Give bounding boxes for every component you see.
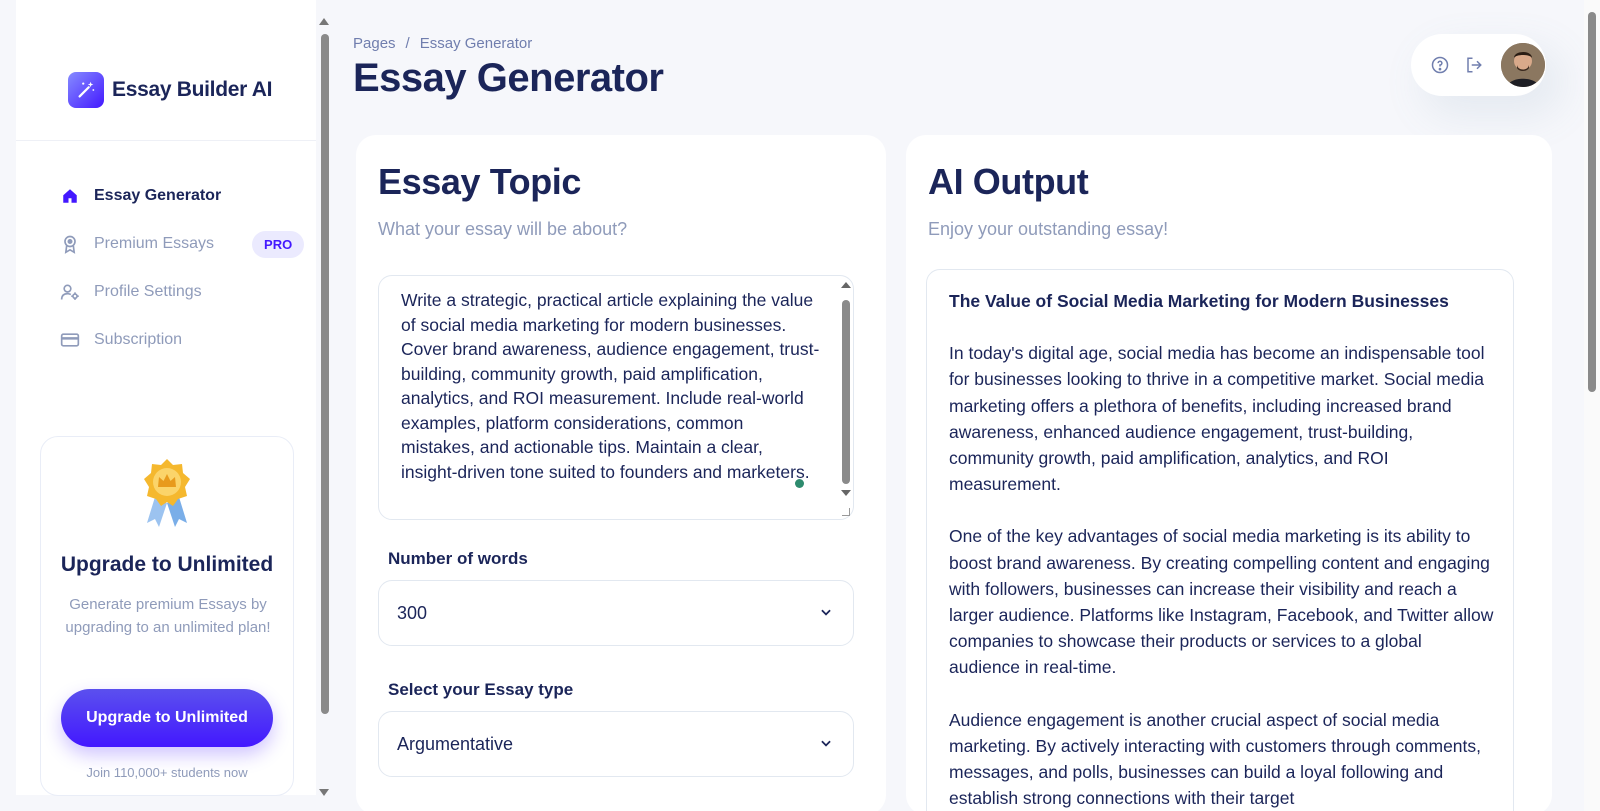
scroll-down-arrow-icon[interactable] (319, 789, 329, 796)
brand[interactable]: Essay Builder AI (68, 72, 272, 108)
top-right-toolbar (1411, 34, 1546, 96)
essay-paragraph: Audience engagement is another crucial a… (949, 709, 1482, 809)
ai-output-card: AI Output Enjoy your outstanding essay! … (906, 135, 1552, 811)
sidebar-item-label: Premium Essays (94, 235, 215, 252)
ai-output-box[interactable]: The Value of Social Media Marketing for … (926, 269, 1514, 811)
upgrade-card: Upgrade to Unlimited Generate premium Es… (40, 436, 294, 796)
breadcrumb-current[interactable]: Essay Generator (420, 35, 533, 52)
sidebar-divider (16, 140, 316, 141)
essay-paragraph: One of the key advantages of social medi… (949, 526, 1494, 678)
scroll-up-arrow-icon[interactable] (319, 18, 329, 25)
sidebar-item-label: Essay Generator (94, 187, 222, 204)
brand-name: Essay Builder AI (112, 78, 273, 101)
ai-output-content: The Value of Social Media Marketing for … (949, 288, 1497, 811)
chevron-down-icon (819, 734, 833, 755)
upgrade-note: Join 110,000+ students now (86, 765, 248, 780)
essay-topic-textarea[interactable]: Write a strategic, practical article exp… (378, 275, 854, 520)
essay-topic-text[interactable]: Write a strategic, practical article exp… (401, 288, 821, 484)
essay-type-select[interactable]: Argumentative (378, 711, 854, 777)
sidebar-item-label: Profile Settings (94, 283, 202, 300)
breadcrumb-root[interactable]: Pages (353, 35, 396, 52)
sidebar-item-label: Subscription (94, 331, 183, 348)
page-scrollbar[interactable] (1584, 0, 1600, 811)
essay-topic-title: Essay Topic (378, 161, 582, 202)
help-icon[interactable] (1429, 54, 1451, 76)
magic-wand-icon (68, 72, 104, 108)
breadcrumb-separator: / (405, 35, 410, 52)
credit-card-icon (60, 330, 80, 350)
textarea-scrollbar[interactable] (839, 278, 853, 500)
breadcrumb: Pages / Essay Generator (353, 35, 532, 52)
essay-type-label: Select your Essay type (388, 680, 574, 699)
essay-heading: The Value of Social Media Marketing for … (949, 291, 1449, 311)
logout-icon[interactable] (1463, 54, 1485, 76)
scroll-down-arrow-icon[interactable] (841, 490, 851, 496)
home-icon (60, 186, 80, 206)
scrollbar-thumb[interactable] (842, 300, 850, 484)
sidebar-item-profile-settings[interactable]: Profile Settings (60, 268, 316, 316)
sidebar-item-premium-essays[interactable]: Premium Essays PRO (60, 220, 316, 268)
upgrade-button[interactable]: Upgrade to Unlimited (61, 689, 273, 747)
crown-medal-icon (139, 457, 195, 529)
essay-topic-subtitle: What your essay will be about? (378, 219, 628, 239)
upgrade-title: Upgrade to Unlimited (60, 553, 274, 576)
words-label: Number of words (388, 549, 528, 568)
ai-output-subtitle: Enjoy your outstanding essay! (928, 219, 1169, 239)
essay-topic-card: Essay Topic What your essay will be abou… (356, 135, 886, 811)
words-select[interactable]: 300 (378, 580, 854, 646)
user-settings-icon (60, 282, 80, 302)
sidebar-item-essay-generator[interactable]: Essay Generator (60, 172, 316, 220)
scrollbar-thumb[interactable] (1588, 12, 1596, 392)
pro-badge: PRO (252, 230, 305, 258)
text-cursor-indicator (795, 479, 804, 488)
ai-output-title: AI Output (928, 161, 1089, 202)
award-icon (60, 234, 80, 254)
sidebar-scrollbar[interactable] (318, 18, 330, 796)
sidebar-item-subscription[interactable]: Subscription (60, 316, 316, 364)
upgrade-description: Generate premium Essays by upgrading to … (65, 596, 271, 636)
sidebar: Essay Builder AI Essay Generator Premium… (16, 0, 316, 796)
resize-handle-icon[interactable] (842, 508, 850, 516)
chevron-down-icon (819, 603, 833, 624)
scrollbar-thumb[interactable] (321, 34, 329, 714)
page-title: Essay Generator (353, 56, 664, 100)
scroll-up-arrow-icon[interactable] (841, 282, 851, 288)
words-select-value: 300 (397, 602, 428, 623)
essay-paragraph: In today's digital age, social media has… (949, 343, 1485, 495)
avatar[interactable] (1501, 43, 1545, 87)
essay-type-select-value: Argumentative (397, 733, 514, 754)
sidebar-nav: Essay Generator Premium Essays PRO Profi… (60, 172, 316, 364)
